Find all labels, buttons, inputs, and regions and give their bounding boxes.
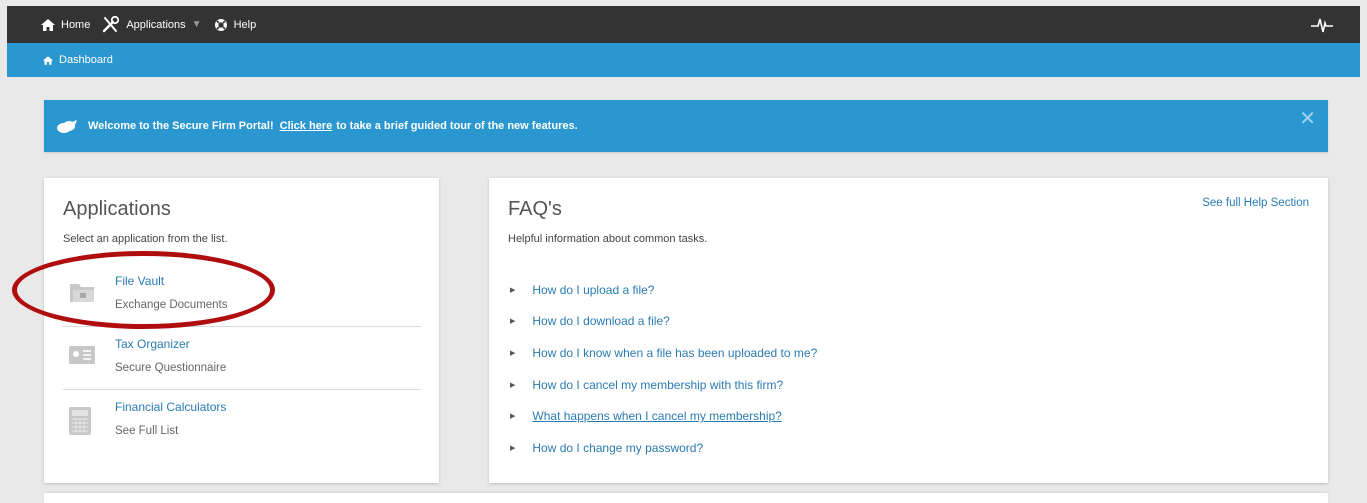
applications-title: Applications — [63, 198, 171, 220]
help-section-link[interactable]: See full Help Section — [1202, 197, 1309, 209]
faq-title: FAQ's — [508, 198, 562, 220]
faq-item[interactable]: ▶ How do I cancel my membership with this… — [510, 369, 817, 401]
app-file-vault[interactable]: File Vault Exchange Documents — [63, 267, 421, 327]
triangle-right-icon: ▶ — [510, 349, 516, 357]
app-title[interactable]: Financial Calculators — [115, 400, 226, 414]
top-nav: Home Applications ▼ Help — [7, 6, 256, 43]
nav-home-label: Home — [61, 18, 91, 31]
chevron-down-icon: ▼ — [191, 19, 202, 30]
welcome-banner: Welcome to the Secure Firm Portal! Click… — [44, 100, 1328, 152]
nav-help-label: Help — [233, 18, 257, 31]
app-description: See Full List — [115, 425, 179, 437]
app-financial-calculators[interactable]: Financial Calculators See Full List — [63, 393, 421, 453]
faq-item[interactable]: ▶ How do I upload a file? — [510, 274, 817, 306]
nav-applications-label: Applications — [126, 18, 186, 31]
app-description: Exchange Documents — [115, 299, 228, 311]
banner-welcome-text: Welcome to the Secure Firm Portal! — [88, 120, 274, 132]
triangle-right-icon: ▶ — [510, 444, 516, 452]
breadcrumb-label: Dashboard — [59, 54, 113, 66]
nav-home[interactable]: Home — [41, 18, 91, 31]
triangle-right-icon: ▶ — [510, 286, 516, 294]
close-icon[interactable]: ✕ — [1299, 106, 1316, 131]
faq-subtitle: Helpful information about common tasks. — [508, 233, 708, 245]
app-title[interactable]: Tax Organizer — [115, 337, 190, 351]
banner-rest-text: to take a brief guided tour of the new f… — [336, 120, 578, 132]
breadcrumb[interactable]: Dashboard — [43, 54, 113, 66]
home-icon — [43, 55, 53, 65]
cloud-icon — [57, 119, 77, 133]
nav-help[interactable]: Help — [214, 18, 257, 32]
id-card-icon — [69, 346, 95, 364]
applications-panel: Applications Select an application from … — [44, 178, 439, 483]
applications-subtitle: Select an application from the list. — [63, 233, 228, 245]
faq-item[interactable]: ▶ How do I know when a file has been uplo… — [510, 337, 817, 369]
breadcrumb-bar: Dashboard — [7, 43, 1360, 77]
top-navigation-bar: Home Applications ▼ Help — [7, 6, 1360, 43]
app-title[interactable]: File Vault — [115, 274, 164, 288]
guided-tour-link[interactable]: Click here — [280, 120, 333, 132]
triangle-right-icon: ▶ — [510, 413, 516, 421]
lifebuoy-icon — [214, 18, 227, 31]
faq-list: ▶ How do I upload a file? ▶ How do I downl… — [510, 274, 817, 464]
faq-item[interactable]: ▶ How do I change my password? — [510, 432, 817, 464]
triangle-right-icon: ▶ — [510, 318, 516, 326]
folder-icon — [70, 284, 94, 302]
tools-icon — [103, 16, 120, 33]
app-description: Secure Questionnaire — [115, 362, 227, 374]
faq-item[interactable]: ▶ What happens when I cancel my membershi… — [510, 400, 817, 432]
faq-panel: FAQ's Helpful information about common t… — [489, 178, 1328, 483]
home-icon — [41, 18, 55, 31]
calculator-icon — [69, 407, 91, 435]
faq-item[interactable]: ▶ How do I download a file? — [510, 306, 817, 338]
bottom-panel — [44, 493, 1328, 503]
nav-applications[interactable]: Applications ▼ — [102, 16, 202, 33]
triangle-right-icon: ▶ — [510, 381, 516, 389]
app-tax-organizer[interactable]: Tax Organizer Secure Questionnaire — [63, 330, 421, 390]
main-content: Welcome to the Secure Firm Portal! Click… — [7, 77, 1360, 503]
activity-pulse-icon[interactable] — [1311, 15, 1333, 35]
